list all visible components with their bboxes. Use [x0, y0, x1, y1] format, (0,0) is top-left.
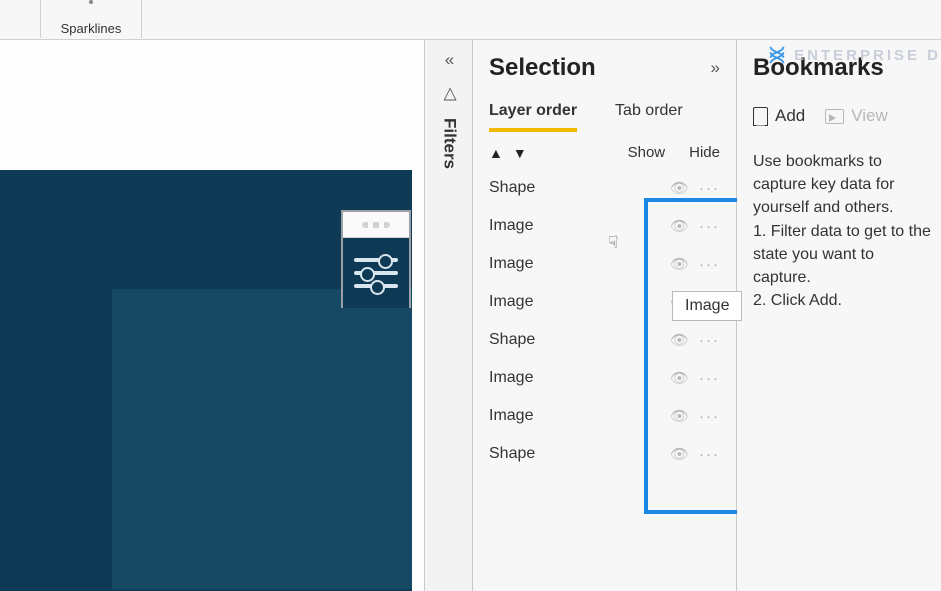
column-show-label[interactable]: Show	[628, 144, 666, 161]
dna-icon	[766, 44, 788, 66]
visibility-toggle-icon[interactable]: 👁︎	[670, 445, 689, 463]
visibility-toggle-icon[interactable]: 👁︎	[670, 369, 689, 387]
layer-list: Shape 👁︎ ··· Image 👁︎ ··· Image 👁︎ ··· I…	[473, 167, 736, 475]
slicer-icon	[343, 238, 409, 308]
filters-funnel-icon: ▷	[439, 87, 459, 100]
layer-more-icon[interactable]: ···	[699, 180, 720, 197]
filters-pane-collapsed: « ▷ Filters	[427, 40, 473, 591]
selection-tabs: Layer order Tab order	[473, 102, 736, 132]
canvas-shape-rect[interactable]	[112, 289, 412, 589]
layer-item-label: Image	[489, 369, 670, 387]
bookmark-add-label: Add	[775, 106, 805, 126]
visibility-toggle-icon[interactable]: 👁︎	[670, 217, 689, 235]
layer-item-label: Image	[489, 407, 670, 425]
layer-item[interactable]: Image 👁︎ ···	[489, 397, 720, 435]
layer-item-label: Image	[489, 217, 670, 235]
layer-item-label: Image	[489, 293, 670, 311]
tab-layer-order[interactable]: Layer order	[489, 102, 577, 132]
ribbon-sparklines-label: Sparklines	[61, 21, 122, 36]
layer-more-icon[interactable]: ···	[699, 218, 720, 235]
bookmark-add-button[interactable]: Add	[753, 106, 805, 126]
layer-item[interactable]: Image 👁︎ ···	[489, 245, 720, 283]
move-down-icon[interactable]: ▼	[513, 145, 527, 161]
selection-header-row: ▲ ▼ Show Hide	[473, 132, 736, 167]
layer-item[interactable]: Shape 👁︎ ···	[489, 435, 720, 473]
visual-header[interactable]	[343, 212, 409, 238]
visibility-toggle-icon[interactable]: 👁︎	[670, 179, 689, 197]
bookmark-view-label: View	[851, 106, 888, 126]
layer-more-icon[interactable]: ···	[699, 370, 720, 387]
watermark: ENTERPRISE D	[766, 44, 941, 66]
bookmarks-actions: Add View	[753, 106, 931, 126]
bookmark-icon	[753, 107, 768, 126]
layer-more-icon[interactable]: ···	[699, 332, 720, 349]
layer-item-label: Image	[489, 255, 670, 273]
play-icon	[825, 109, 844, 124]
visibility-toggle-icon[interactable]: 👁︎	[670, 407, 689, 425]
visibility-toggle-icon[interactable]: 👁︎	[670, 331, 689, 349]
bookmarks-pane: Bookmarks Add View Use bookmarks to capt…	[737, 40, 941, 591]
layer-more-icon[interactable]: ···	[699, 408, 720, 425]
layer-item-label: Shape	[489, 179, 670, 197]
move-up-icon[interactable]: ▲	[489, 145, 503, 161]
visibility-toggle-icon[interactable]: 👁︎	[670, 255, 689, 273]
selected-visual[interactable]	[341, 210, 411, 308]
layer-item-label: Shape	[489, 331, 670, 349]
layer-tooltip: Image	[672, 291, 742, 321]
column-hide-label[interactable]: Hide	[689, 144, 720, 161]
layer-item[interactable]: Shape 👁︎ ···	[489, 169, 720, 207]
ribbon-sparklines-button[interactable]: Sparklines	[40, 0, 142, 38]
layer-item[interactable]: Image 👁︎ ···	[489, 207, 720, 245]
filters-pane-label[interactable]: Filters	[440, 118, 460, 169]
collapse-selection-chevron-icon[interactable]: »	[711, 58, 720, 78]
selection-pane-title: Selection	[489, 54, 596, 82]
expand-filters-chevron-icon[interactable]: «	[445, 50, 454, 70]
bookmark-view-button: View	[825, 106, 888, 126]
report-canvas-area	[0, 40, 425, 591]
layer-item[interactable]: Image 👁︎ ···	[489, 359, 720, 397]
layer-item[interactable]: Shape 👁︎ ···	[489, 321, 720, 359]
layer-item-label: Shape	[489, 445, 670, 463]
watermark-text: ENTERPRISE D	[794, 47, 941, 64]
selection-pane: Selection » Layer order Tab order ▲ ▼ Sh…	[473, 40, 737, 591]
ribbon: Sparklines	[0, 0, 941, 40]
layer-more-icon[interactable]: ···	[699, 256, 720, 273]
tab-tab-order[interactable]: Tab order	[615, 102, 683, 132]
bookmarks-help-text: Use bookmarks to capture key data for yo…	[753, 150, 931, 312]
layer-more-icon[interactable]: ···	[699, 446, 720, 463]
